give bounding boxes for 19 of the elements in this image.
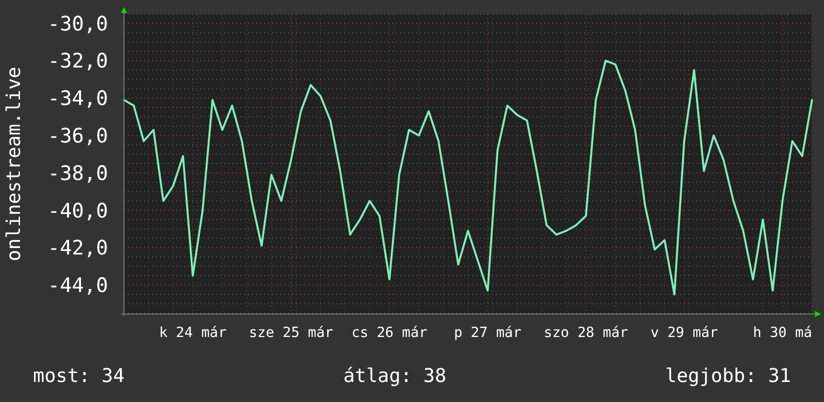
x-tick-label: p 27 már	[454, 325, 522, 341]
x-tick-label: cs 26 már	[351, 325, 428, 341]
y-tick-label: -44,0	[48, 273, 108, 298]
legend-value: legjobb: 31	[665, 364, 791, 389]
y-tick-label: -36,0	[48, 124, 108, 148]
x-tick-label: szo 28 már	[544, 325, 628, 341]
y-tick-label: -42,0	[48, 236, 108, 260]
y-tick-label: -34,0	[48, 86, 108, 110]
x-tick-label: sze 25 már	[248, 325, 334, 341]
y-tick-label: -40,0	[48, 198, 108, 222]
y-tick-label: -32,0	[48, 48, 108, 73]
y-tick-label: -30,0	[48, 11, 108, 36]
x-tick-label: h 30 má	[753, 325, 812, 341]
x-tick-label: v 29 már	[650, 325, 718, 341]
x-tick-label: k 24 már	[159, 325, 227, 341]
legend-value: átlag: 38	[343, 364, 446, 389]
legend-value: most: 34	[33, 364, 125, 389]
y-axis-title: onlinestream.live	[3, 66, 25, 262]
y-tick-label: -38,0	[48, 160, 108, 185]
